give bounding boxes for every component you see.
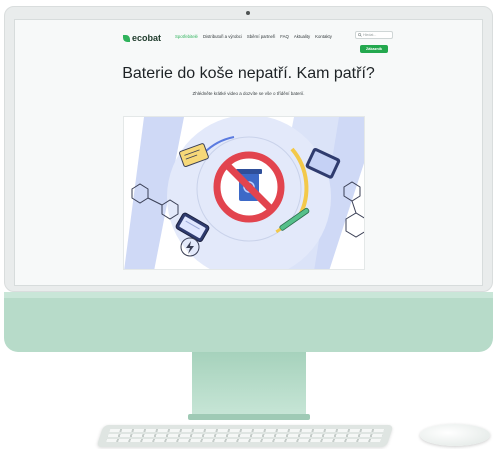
monitor-chin xyxy=(4,292,493,352)
nav-item-aktuality[interactable]: Aktuality xyxy=(294,34,310,39)
customer-button[interactable]: Zákazník xyxy=(360,45,388,53)
search-input[interactable]: Hledat... xyxy=(355,31,393,39)
page-subtitle: Zhlédněte krátké video a dozvíte se vše … xyxy=(192,91,305,96)
main-nav: Spotřebitelé Distributoři a výrobci Sběr… xyxy=(175,34,332,39)
nav-item-sberni-partneri[interactable]: Sběrní partneři xyxy=(247,34,275,39)
key-row xyxy=(106,439,382,442)
keyboard xyxy=(96,425,394,447)
monitor-chin-top xyxy=(4,292,493,298)
nav-item-kontakty[interactable]: Kontakty xyxy=(315,34,332,39)
logo-text: ecobat xyxy=(132,33,162,43)
video-player[interactable] xyxy=(123,116,365,270)
monitor-stand xyxy=(192,352,306,418)
nav-item-distributori[interactable]: Distributoři a výrobci xyxy=(203,34,242,39)
site-logo[interactable]: ecobat xyxy=(123,33,161,43)
battery-recycling-illustration xyxy=(124,117,364,269)
monitor-screen: ecobat Spotřebitelé Distributoři a výrob… xyxy=(14,19,483,286)
imac-monitor: ecobat Spotřebitelé Distributoři a výrob… xyxy=(0,0,497,449)
camera-icon xyxy=(246,11,250,15)
mouse xyxy=(420,424,490,446)
key-row xyxy=(109,429,385,432)
leaf-icon xyxy=(123,34,130,42)
nav-item-faq[interactable]: FAQ xyxy=(280,34,289,39)
monitor-stand-base xyxy=(188,414,310,420)
nav-item-spotrebitele[interactable]: Spotřebitelé xyxy=(175,34,198,39)
site-header: ecobat Spotřebitelé Distributoři a výrob… xyxy=(15,20,482,60)
key-row xyxy=(107,434,383,437)
search-placeholder: Hledat... xyxy=(363,33,377,37)
page-title: Baterie do koše nepatří. Kam patří? xyxy=(122,65,375,82)
search-icon xyxy=(358,33,362,37)
